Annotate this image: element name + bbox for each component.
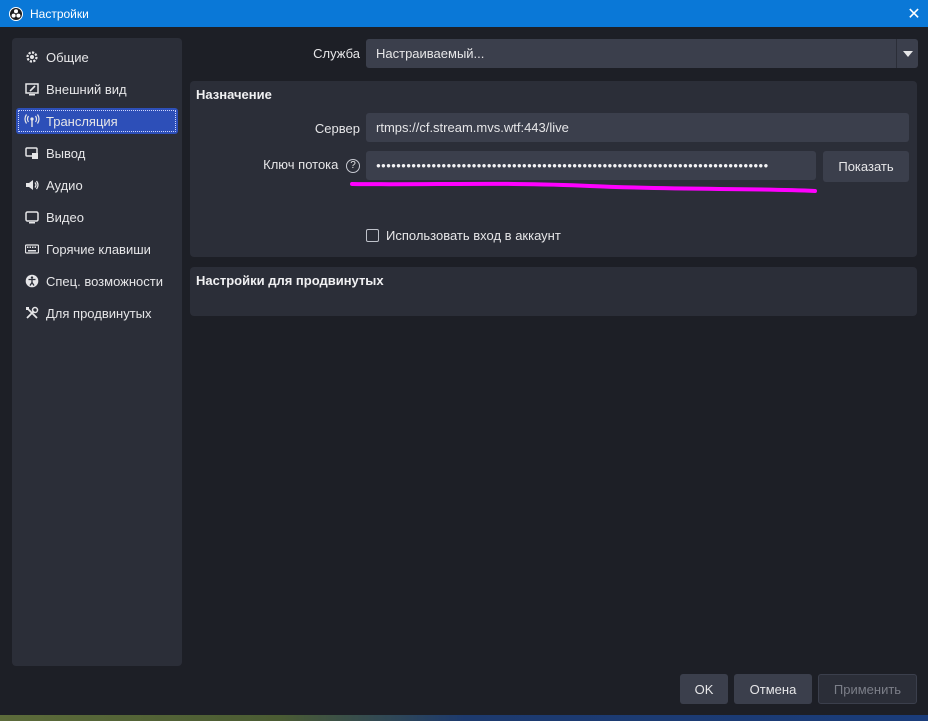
monitor-icon	[24, 209, 40, 225]
sidebar-item-label: Общие	[46, 49, 89, 65]
sidebar-item-appearance[interactable]: Внешний вид	[16, 76, 178, 102]
advanced-settings-title: Настройки для продвинутых	[196, 273, 384, 288]
service-selected-value: Настраиваемый...	[376, 46, 485, 61]
gear-icon	[24, 49, 40, 65]
server-label: Сервер	[314, 121, 360, 136]
sidebar-item-advanced[interactable]: Для продвинутых	[16, 300, 178, 326]
cancel-button[interactable]: Отмена	[734, 674, 812, 704]
service-row: Служба Настраиваемый...	[190, 39, 928, 69]
sidebar-item-label: Аудио	[46, 177, 83, 193]
service-label: Служба	[313, 46, 360, 61]
stream-settings-panel: Служба Настраиваемый... Назначение Серве…	[190, 27, 928, 667]
window-title: Настройки	[30, 6, 89, 21]
sidebar-item-label: Спец. возможности	[46, 273, 163, 289]
sidebar-item-label: Внешний вид	[46, 81, 127, 97]
sidebar-item-label: Горячие клавиши	[46, 241, 151, 257]
apply-button[interactable]: Применить	[818, 674, 917, 704]
appearance-icon	[24, 81, 40, 97]
obs-logo-icon	[8, 6, 24, 22]
sidebar-item-hotkeys[interactable]: Горячие клавиши	[16, 236, 178, 262]
destination-title: Назначение	[196, 87, 272, 102]
sidebar-item-label: Трансляция	[46, 113, 118, 129]
sidebar-item-stream[interactable]: Трансляция	[16, 108, 178, 134]
close-button[interactable]: ✕	[900, 0, 928, 27]
stream-key-label: Ключ потока ?	[240, 157, 360, 173]
sidebar-item-video[interactable]: Видео	[16, 204, 178, 230]
output-icon	[24, 145, 40, 161]
sidebar-item-label: Для продвинутых	[46, 305, 152, 321]
speaker-icon	[24, 177, 40, 193]
advanced-settings-group: Настройки для продвинутых	[190, 267, 917, 316]
annotation-underline	[350, 181, 817, 193]
sidebar-item-label: Видео	[46, 209, 84, 225]
show-key-button[interactable]: Показать	[823, 151, 909, 182]
use-account-label: Использовать вход в аккаунт	[386, 228, 561, 243]
accessibility-icon	[24, 273, 40, 289]
settings-sidebar: Общие Внешний вид Трансляция Вывод Аудио	[12, 38, 182, 666]
keyboard-icon	[24, 241, 40, 257]
settings-window: Общие Внешний вид Трансляция Вывод Аудио	[0, 27, 928, 715]
help-icon[interactable]: ?	[346, 158, 360, 173]
desktop-background-strip	[0, 715, 928, 721]
destination-group: Назначение Сервер rtmps://cf.stream.mvs.…	[190, 81, 917, 257]
server-input[interactable]: rtmps://cf.stream.mvs.wtf:443/live	[366, 113, 909, 142]
title-bar: Настройки ✕	[0, 0, 928, 27]
stream-key-input[interactable]: ●●●●●●●●●●●●●●●●●●●●●●●●●●●●●●●●●●●●●●●●…	[366, 151, 816, 180]
sidebar-item-accessibility[interactable]: Спец. возможности	[16, 268, 178, 294]
ok-button[interactable]: OK	[680, 674, 728, 704]
tools-icon	[24, 305, 40, 321]
service-select[interactable]: Настраиваемый...	[366, 39, 918, 68]
sidebar-item-output[interactable]: Вывод	[16, 140, 178, 166]
stream-key-label-text: Ключ потока	[263, 157, 339, 172]
chevron-down-icon[interactable]	[896, 39, 918, 68]
sidebar-item-general[interactable]: Общие	[16, 44, 178, 70]
use-account-checkbox[interactable]	[366, 229, 379, 242]
sidebar-item-audio[interactable]: Аудио	[16, 172, 178, 198]
broadcast-icon	[24, 113, 40, 129]
sidebar-item-label: Вывод	[46, 145, 86, 161]
